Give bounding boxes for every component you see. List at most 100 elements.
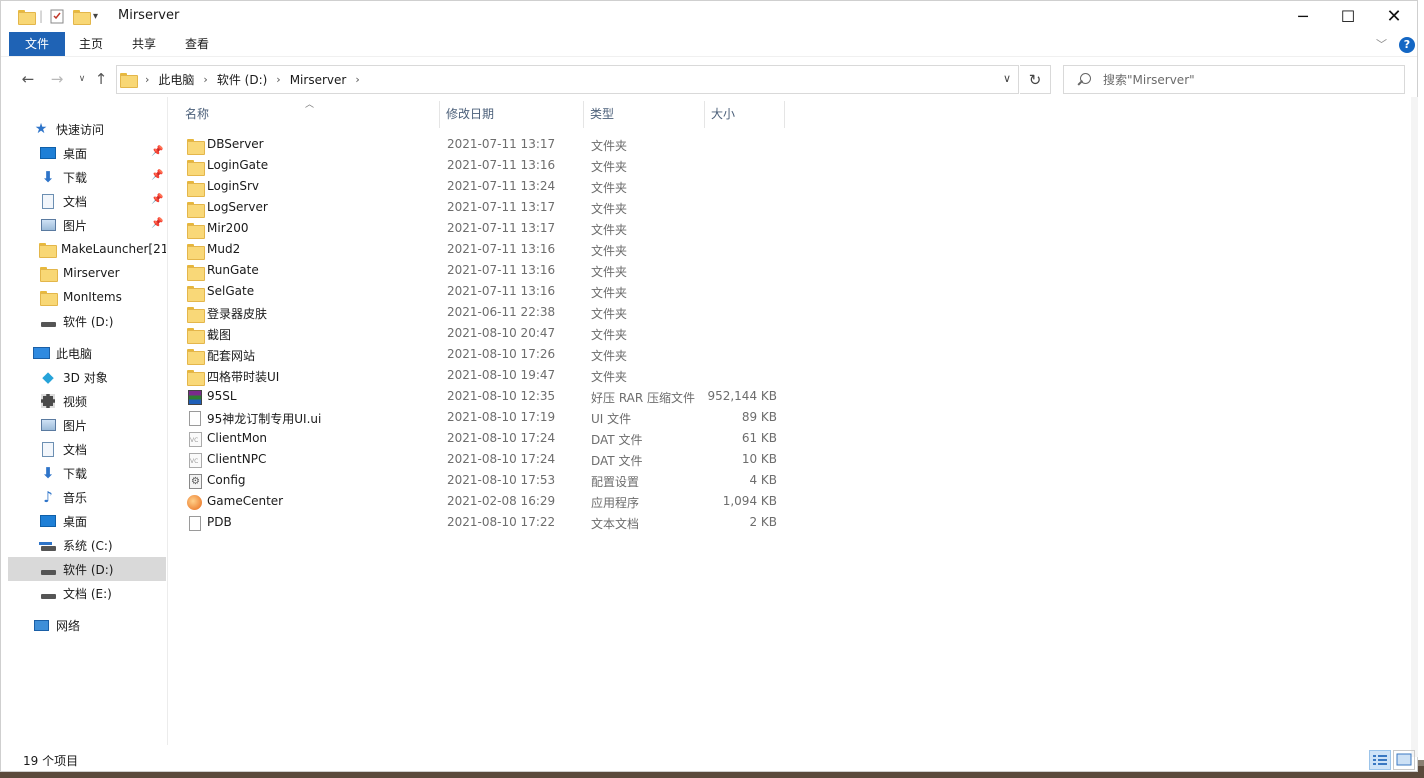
sidebar-item[interactable]: 桌面 (8, 509, 166, 533)
doc-file-icon (189, 516, 201, 531)
column-header-date[interactable]: 修改日期 (440, 101, 584, 128)
folder-icon (187, 243, 205, 260)
file-row[interactable]: 95SL 2021-08-10 12:35 好压 RAR 压缩文件 952,144 K… (181, 387, 781, 408)
file-row[interactable]: 截图 2021-08-10 20:47 文件夹 (181, 324, 781, 345)
file-type: 文件夹 (591, 223, 628, 237)
help-icon[interactable]: ? (1399, 37, 1415, 53)
sidebar-item[interactable]: ⬇ 下载 (8, 461, 166, 485)
file-row[interactable]: PDB 2021-08-10 17:22 文本文档 2 KB (181, 513, 781, 534)
file-name: 95SL (207, 389, 237, 403)
sidebar-item[interactable]: 此电脑 (8, 341, 166, 365)
sidebar-item[interactable]: Mirserver (8, 261, 166, 285)
tab-file[interactable]: 文件 (9, 32, 65, 56)
sidebar-item[interactable]: 文档 📌 (8, 189, 166, 213)
breadcrumb-separator-icon[interactable]: › (355, 73, 359, 86)
file-date: 2021-08-10 17:24 (447, 431, 556, 445)
close-button[interactable]: ✕ (1371, 1, 1417, 32)
file-type: 好压 RAR 压缩文件 (591, 391, 696, 405)
file-row[interactable]: LoginSrv 2021-07-11 13:24 文件夹 (181, 177, 781, 198)
sidebar-item[interactable]: 文档 (E:) (8, 581, 166, 605)
search-box[interactable]: 搜索"Mirserver" (1063, 65, 1405, 94)
sidebar-item[interactable]: 软件 (D:) (8, 309, 166, 333)
column-header-type[interactable]: 类型 (584, 101, 705, 128)
file-row[interactable]: Config 2021-08-10 17:53 配置设置 4 KB (181, 471, 781, 492)
file-row[interactable]: Mud2 2021-07-11 13:16 文件夹 (181, 240, 781, 261)
sidebar-item[interactable]: 系统 (C:) (8, 533, 166, 557)
sidebar-item[interactable]: 桌面 📌 (8, 141, 166, 165)
tab-share[interactable]: 共享 (124, 32, 164, 56)
folder-icon (187, 138, 205, 155)
computer-icon (32, 345, 50, 361)
file-name: 95神龙订制专用UI.ui (207, 412, 322, 426)
large-icons-view-button[interactable] (1393, 750, 1415, 770)
minimize-button[interactable]: ─ (1280, 1, 1326, 32)
file-row[interactable]: DBServer 2021-07-11 13:17 文件夹 (181, 135, 781, 156)
breadcrumb-drive-d[interactable]: 软件 (D:) (217, 71, 267, 88)
file-row[interactable]: Mir200 2021-07-11 13:17 文件夹 (181, 219, 781, 240)
back-arrow-icon[interactable]: ← (18, 69, 38, 89)
breadcrumb-separator-icon[interactable]: › (145, 73, 149, 86)
sidebar-item[interactable]: 软件 (D:) (8, 557, 166, 581)
file-row[interactable]: ClientMon 2021-08-10 17:24 DAT 文件 61 KB (181, 429, 781, 450)
column-header-size[interactable]: 大小 (705, 101, 785, 128)
sidebar-item[interactable]: MonItems (8, 285, 166, 309)
sidebar-item-label: 软件 (D:) (63, 314, 114, 329)
forward-arrow-icon[interactable]: → (47, 69, 67, 89)
file-type: 文件夹 (591, 244, 628, 258)
file-name: PDB (207, 515, 232, 529)
sidebar-item[interactable]: ◆ 3D 对象 (8, 365, 166, 389)
file-row[interactable]: GameCenter 2021-02-08 16:29 应用程序 1,094 KB (181, 492, 781, 513)
file-row[interactable]: LoginGate 2021-07-11 13:16 文件夹 (181, 156, 781, 177)
file-type: UI 文件 (591, 412, 632, 426)
breadcrumb-separator-icon[interactable]: › (203, 73, 207, 86)
file-row[interactable]: 95神龙订制专用UI.ui 2021-08-10 17:19 UI 文件 89 KB (181, 408, 781, 429)
file-type: 文件夹 (591, 181, 628, 195)
file-size: 10 KB (741, 452, 777, 466)
folder-icon (187, 369, 205, 386)
new-folder-icon[interactable] (73, 7, 91, 25)
file-row[interactable]: SelGate 2021-07-11 13:16 文件夹 (181, 282, 781, 303)
vertical-scrollbar[interactable] (1411, 97, 1418, 757)
breadcrumb-this-pc[interactable]: 此电脑 (158, 71, 194, 88)
address-history-chevron-icon[interactable]: ∨ (1003, 72, 1011, 85)
folder-icon (187, 222, 205, 239)
sidebar-item[interactable]: 图片 (8, 413, 166, 437)
file-row[interactable]: LogServer 2021-07-11 13:17 文件夹 (181, 198, 781, 219)
address-bar[interactable]: › 此电脑 › 软件 (D:) › Mirserver › ∨ (116, 65, 1019, 94)
file-row[interactable]: 四格带时装UI 2021-08-10 19:47 文件夹 (181, 366, 781, 387)
drive-icon (39, 585, 57, 601)
breadcrumb-mirserver[interactable]: Mirserver (290, 73, 347, 87)
file-row[interactable]: 配套网站 2021-08-10 17:26 文件夹 (181, 345, 781, 366)
details-view-button[interactable] (1369, 750, 1391, 770)
pane-divider[interactable] (167, 97, 168, 745)
sidebar-item[interactable]: ⬇ 下载 📌 (8, 165, 166, 189)
customize-toolbar-chevron-icon[interactable]: ▾ (93, 7, 98, 25)
tab-home[interactable]: 主页 (71, 32, 111, 56)
tab-view[interactable]: 查看 (177, 32, 217, 56)
file-row[interactable]: 登录器皮肤 2021-06-11 22:38 文件夹 (181, 303, 781, 324)
search-input[interactable]: 搜索"Mirserver" (1103, 71, 1195, 88)
sidebar-item[interactable]: 网络 (8, 613, 166, 637)
file-row[interactable]: ClientNPC 2021-08-10 17:24 DAT 文件 10 KB (181, 450, 781, 471)
sidebar-item[interactable]: ★ 快速访问 (8, 117, 166, 141)
expand-ribbon-chevron-icon[interactable]: ﹀ (1376, 36, 1387, 52)
refresh-icon[interactable]: ↻ (1020, 65, 1051, 94)
file-name: ClientMon (207, 431, 268, 445)
sidebar-item-label: 桌面 (63, 146, 88, 161)
sidebar-item[interactable]: MakeLauncher[21 (8, 237, 166, 261)
sidebar-item[interactable]: 视频 (8, 389, 166, 413)
sidebar-item[interactable]: ♪ 音乐 (8, 485, 166, 509)
up-arrow-icon[interactable]: ↑ (91, 69, 111, 89)
sidebar-item[interactable]: 文档 (8, 437, 166, 461)
document-icon (39, 193, 57, 209)
recent-locations-chevron-icon[interactable]: ∨ (72, 69, 92, 89)
breadcrumb-separator-icon[interactable]: › (276, 73, 280, 86)
properties-icon[interactable] (50, 7, 65, 25)
folder-icon (187, 180, 205, 197)
file-type: 文件夹 (591, 349, 628, 363)
sidebar-item[interactable]: 图片 📌 (8, 213, 166, 237)
file-row[interactable]: RunGate 2021-07-11 13:16 文件夹 (181, 261, 781, 282)
maximize-button[interactable]: ☐ (1325, 1, 1371, 32)
drive-icon (39, 561, 57, 577)
file-date: 2021-07-11 13:16 (447, 242, 556, 256)
